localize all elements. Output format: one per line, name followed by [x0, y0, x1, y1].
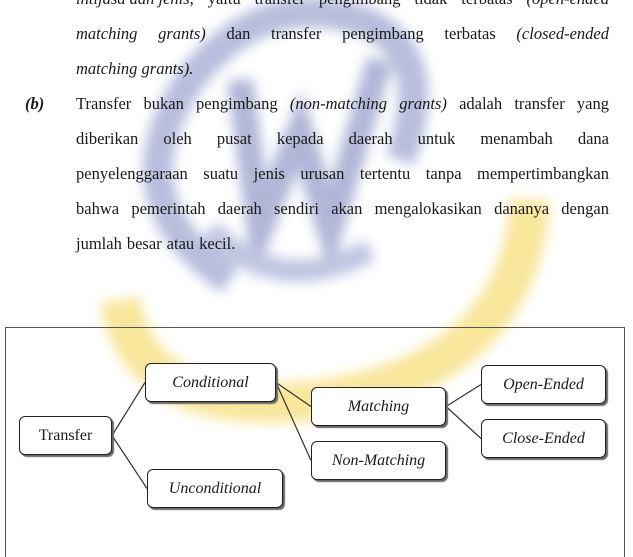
node-close-ended: Close-Ended: [481, 419, 606, 458]
edge-matching-to-close-ended: [445, 406, 482, 439]
node-conditional: Conditional: [145, 363, 276, 402]
node-unconditional: Unconditional: [147, 469, 283, 508]
node-non-matching: Non-Matching: [311, 441, 446, 480]
node-matching: Matching: [311, 387, 446, 426]
node-transfer: Transfer: [19, 416, 112, 455]
node-unconditional-label: Unconditional: [168, 479, 262, 497]
edge-matching-to-open-ended: [445, 383, 482, 408]
node-open-ended-label: Open-Ended: [503, 375, 584, 393]
node-close-ended-label: Close-Ended: [502, 429, 585, 447]
edge-transfer-to-unconditional: [111, 435, 148, 489]
document-page: intijasa dan jenis,yaitutransferpengimba…: [0, 0, 633, 557]
node-conditional-label: Conditional: [172, 373, 249, 391]
edge-transfer-to-conditional: [111, 382, 146, 436]
node-transfer-label: Transfer: [38, 426, 93, 444]
node-open-ended: Open-Ended: [481, 365, 606, 404]
node-non-matching-label: Non-Matching: [331, 451, 426, 469]
node-matching-label: Matching: [347, 397, 410, 415]
